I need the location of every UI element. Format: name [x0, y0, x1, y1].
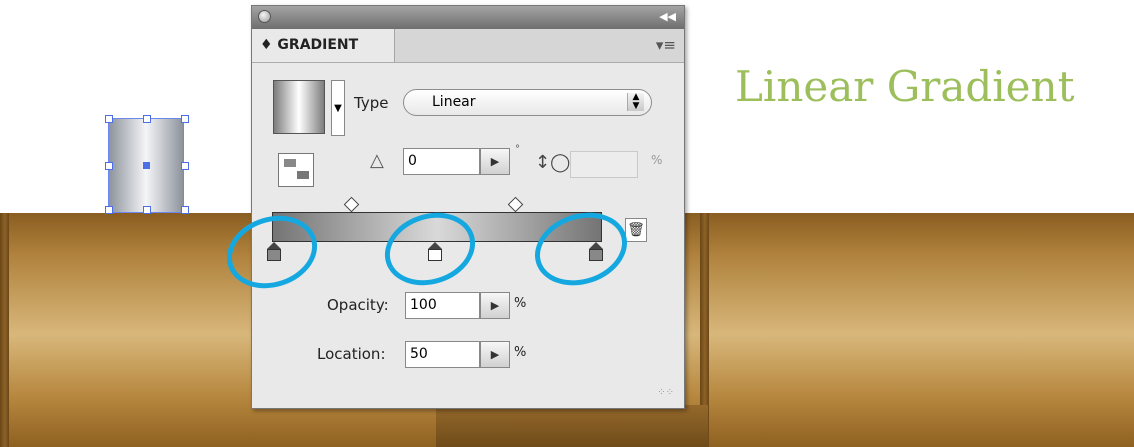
- panel-menu-icon[interactable]: ▾≡: [656, 36, 676, 54]
- location-input[interactable]: 50: [405, 341, 480, 368]
- resize-handle[interactable]: [105, 206, 113, 214]
- resize-handle[interactable]: [181, 162, 189, 170]
- gradient-swatch[interactable]: [273, 80, 325, 134]
- aspect-ratio-icon: ↕◯: [535, 152, 571, 173]
- resize-grip-icon[interactable]: ⁘⁘: [657, 387, 674, 398]
- selected-object[interactable]: [105, 115, 189, 214]
- resize-handle[interactable]: [143, 115, 151, 123]
- gradient-panel: ◀◀ ♦ GRADIENT ▾≡ ▼ Type Linear ▲ ▼ △ 0 ▶ …: [251, 5, 685, 409]
- type-label: Type: [354, 94, 389, 112]
- degree-mark: °: [515, 144, 520, 155]
- angle-icon: △: [370, 150, 384, 171]
- aspect-percent: %: [651, 153, 663, 167]
- page-heading: Linear Gradient: [735, 62, 1075, 111]
- panel-titlebar[interactable]: ◀◀: [252, 6, 684, 29]
- midpoint-diamond[interactable]: [507, 196, 524, 213]
- wood-block: [436, 405, 708, 447]
- tab-gradient[interactable]: ♦ GRADIENT: [252, 29, 395, 62]
- center-point: [143, 162, 150, 169]
- resize-handle[interactable]: [181, 206, 189, 214]
- tab-strip: ♦ GRADIENT ▾≡: [252, 29, 684, 63]
- resize-handle[interactable]: [143, 206, 151, 214]
- angle-input[interactable]: 0: [403, 148, 480, 175]
- reverse-gradient-icon: [297, 171, 309, 179]
- close-icon[interactable]: [258, 10, 271, 23]
- reverse-gradient-icon: [284, 159, 296, 167]
- select-arrows-icon: ▲ ▼: [627, 93, 644, 111]
- opacity-stepper[interactable]: ▶: [480, 292, 510, 319]
- wood-seam: [0, 213, 9, 447]
- opacity-input[interactable]: 100: [405, 292, 480, 319]
- angle-stepper[interactable]: ▶: [480, 148, 510, 175]
- aspect-ratio-input: [570, 151, 638, 178]
- opacity-label: Opacity:: [327, 296, 389, 314]
- resize-handle[interactable]: [181, 115, 189, 123]
- opacity-percent: %: [514, 296, 527, 311]
- midpoint-diamond[interactable]: [343, 196, 360, 213]
- collapse-icon[interactable]: ◀◀: [659, 10, 676, 23]
- location-percent: %: [514, 345, 527, 360]
- location-label: Location:: [317, 345, 386, 363]
- reverse-gradient-button[interactable]: [278, 153, 314, 187]
- resize-handle[interactable]: [105, 115, 113, 123]
- resize-handle[interactable]: [105, 162, 113, 170]
- type-select-value: Linear: [432, 94, 476, 110]
- trash-icon[interactable]: 🗑: [625, 218, 647, 242]
- location-stepper[interactable]: ▶: [480, 341, 510, 368]
- type-select[interactable]: Linear ▲ ▼: [403, 89, 652, 116]
- swatch-dropdown-button[interactable]: ▼: [331, 80, 345, 136]
